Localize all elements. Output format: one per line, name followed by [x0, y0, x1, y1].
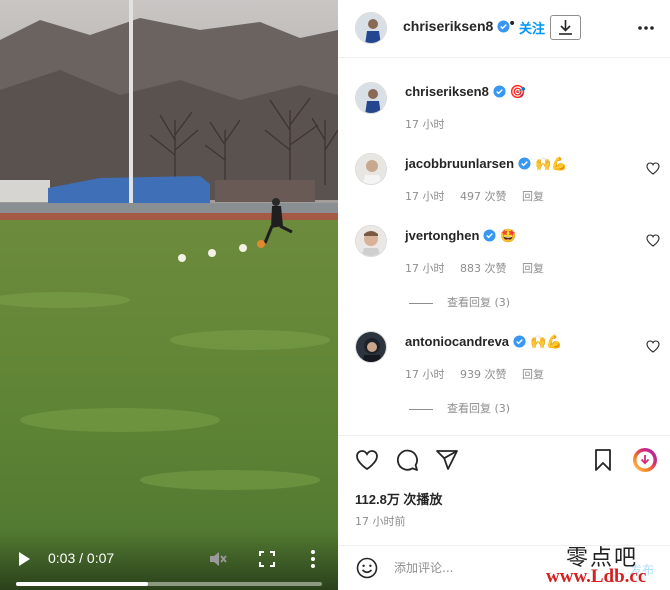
comment-emoji: 🤩: [500, 228, 517, 243]
view-replies-label[interactable]: 查看回复 (3): [447, 402, 510, 415]
commenter-avatar[interactable]: [355, 331, 387, 363]
volume-muted-icon[interactable]: [207, 549, 229, 569]
commenter-avatar[interactable]: [355, 225, 387, 257]
comment-emoji: 🙌💪: [530, 334, 563, 349]
commenter-avatar[interactable]: [355, 153, 387, 185]
video-controls: 0:03 / 0:07: [0, 530, 338, 590]
like-comment-icon[interactable]: [646, 162, 660, 175]
like-comment-icon[interactable]: [646, 234, 660, 247]
view-replies-button[interactable]: 查看回复 (3): [409, 294, 510, 310]
video-time: 0:03 / 0:07: [48, 550, 115, 566]
separator-dot: •: [508, 16, 517, 32]
view-replies-button[interactable]: 查看回复 (3): [409, 400, 510, 416]
caption-time: 17 小时: [405, 118, 445, 131]
commenter-username[interactable]: antoniocandreva 🙌💪: [405, 334, 562, 350]
verified-badge-icon: [493, 85, 506, 98]
watermark-url: www.Ldb.cc: [546, 566, 647, 587]
video-progress-fill: [16, 582, 148, 586]
emoji-picker-icon[interactable]: [356, 557, 378, 579]
download-button[interactable]: [550, 15, 581, 40]
bookmark-icon[interactable]: [591, 448, 615, 472]
video-more-icon[interactable]: [306, 548, 320, 570]
comment-likes[interactable]: 939 次赞: [460, 368, 507, 381]
commenter-username[interactable]: jvertonghen 🤩: [405, 228, 517, 244]
comment-icon[interactable]: [395, 448, 419, 472]
play-icon[interactable]: [14, 550, 34, 568]
comment-time: 17 小时: [405, 262, 445, 275]
replies-divider-line: [409, 302, 433, 304]
author-avatar[interactable]: [355, 12, 387, 44]
download-icon: [559, 20, 572, 35]
post-header: chriseriksen8 • 关注: [338, 0, 670, 58]
video-player[interactable]: 0:03 / 0:07: [0, 0, 338, 590]
reply-button[interactable]: 回复: [522, 368, 544, 381]
caption-emoji: 🎯: [509, 84, 527, 99]
comment-time: 17 小时: [405, 368, 445, 381]
reply-button[interactable]: 回复: [522, 190, 544, 203]
verified-badge-icon: [483, 229, 496, 242]
caption-username[interactable]: chriseriksen8 🎯: [405, 84, 526, 100]
commenter-username-text[interactable]: antoniocandreva: [405, 334, 509, 349]
caption-username-text[interactable]: chriseriksen8: [405, 84, 489, 99]
share-icon[interactable]: [435, 448, 459, 472]
like-heart-icon[interactable]: [355, 448, 379, 472]
comment-likes[interactable]: 497 次赞: [460, 190, 507, 203]
comment-emoji: 🙌💪: [535, 156, 568, 171]
reply-button[interactable]: 回复: [522, 262, 544, 275]
save-to-app-icon[interactable]: [632, 447, 658, 473]
post-sidebar: chriseriksen8 • 关注 chriseriksen8 🎯 17 小时…: [338, 0, 670, 590]
video-frame: [0, 0, 338, 590]
replies-divider-line: [409, 408, 433, 410]
caption-avatar[interactable]: [355, 82, 387, 114]
comment-meta: 17 小时 497 次赞 回复: [405, 188, 556, 204]
view-replies-label[interactable]: 查看回复 (3): [447, 296, 510, 309]
verified-badge-icon: [513, 335, 526, 348]
comment-time: 17 小时: [405, 190, 445, 203]
author-username-text[interactable]: chriseriksen8: [403, 18, 493, 34]
follow-button[interactable]: 关注: [519, 18, 545, 37]
author-username[interactable]: chriseriksen8: [403, 18, 510, 34]
commenter-username-text[interactable]: jacobbruunlarsen: [405, 156, 514, 171]
commenter-username-text[interactable]: jvertonghen: [405, 228, 479, 243]
play-count[interactable]: 112.8万 次播放: [355, 489, 442, 508]
fullscreen-icon[interactable]: [258, 550, 276, 568]
video-progress-bar[interactable]: [16, 582, 322, 586]
like-comment-icon[interactable]: [646, 340, 660, 353]
comment-likes[interactable]: 883 次赞: [460, 262, 507, 275]
verified-badge-icon: [518, 157, 531, 170]
more-options-icon[interactable]: [636, 18, 656, 38]
posted-time: 17 小时前: [355, 515, 406, 528]
post-viewer: 0:03 / 0:07 chriseriksen8 • 关注 chriserik…: [0, 0, 670, 590]
commenter-username[interactable]: jacobbruunlarsen 🙌💪: [405, 156, 567, 172]
post-actions: 112.8万 次播放 17 小时前: [338, 435, 670, 545]
comment-meta: 17 小时 883 次赞 回复: [405, 260, 556, 276]
comments-list[interactable]: chriseriksen8 🎯 17 小时 jacobbruunlarsen 🙌💪: [338, 59, 670, 435]
comment-meta: 17 小时 939 次赞 回复: [405, 366, 556, 382]
